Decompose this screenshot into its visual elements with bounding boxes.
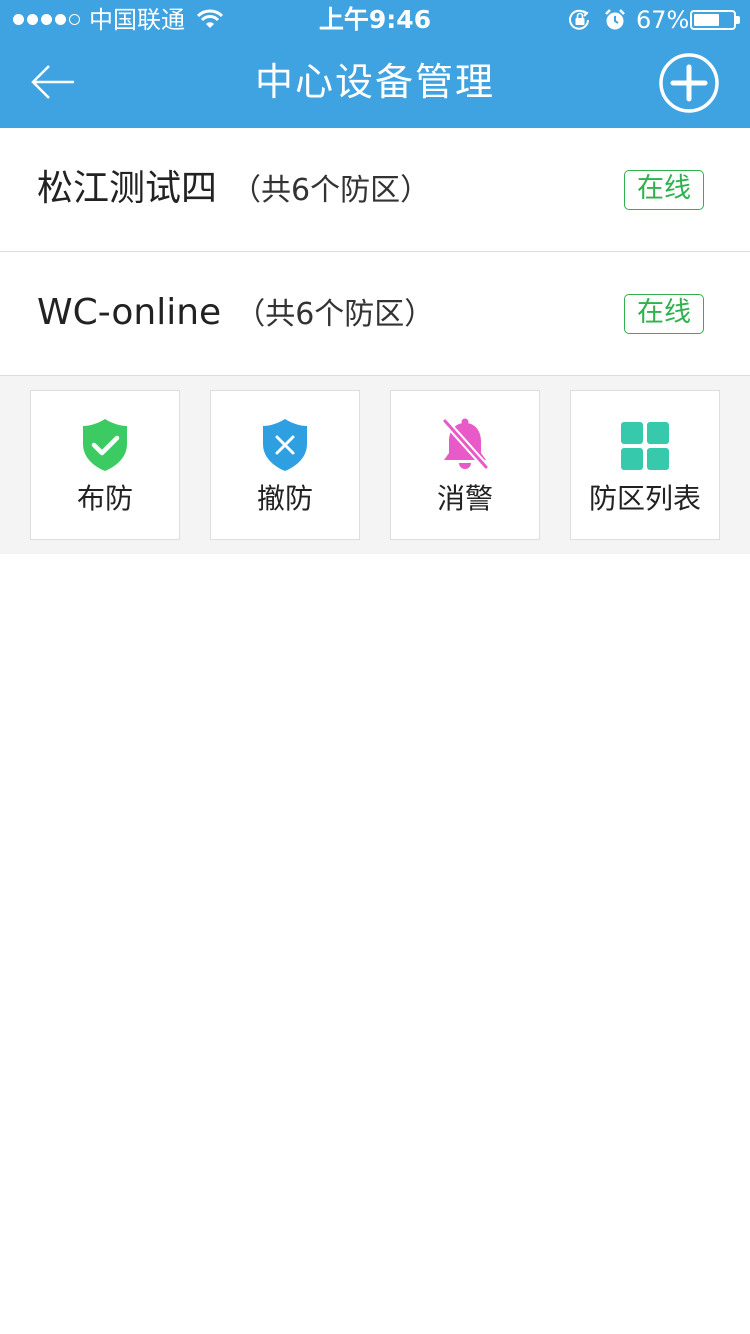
shield-x-icon (263, 419, 307, 471)
device-title: 松江测试四 （共6个防区） (37, 166, 430, 214)
silence-alarm-label: 消警 (436, 482, 493, 515)
grid-icon (621, 422, 669, 470)
disarm-label: 撤防 (256, 482, 313, 515)
orientation-lock-icon (569, 9, 589, 30)
zone-list-button[interactable]: 防区列表 (570, 390, 720, 540)
action-panel: 布防 撤防 消警 防区列表 (0, 376, 750, 554)
arm-button[interactable]: 布防 (30, 390, 180, 540)
device-title: WC-online （共6个防区） (37, 290, 434, 338)
bell-off-icon (441, 417, 490, 471)
device-name: 松江测试四 (37, 168, 218, 209)
disarm-button[interactable]: 撤防 (210, 390, 360, 540)
silence-alarm-button[interactable]: 消警 (390, 390, 540, 540)
device-row[interactable]: WC-online （共6个防区） 在线 (0, 252, 750, 376)
device-row[interactable]: 松江测试四 （共6个防区） 在线 (0, 128, 750, 252)
device-zone-count: （共6个防区） (231, 173, 431, 208)
device-zone-count: （共6个防区） (235, 297, 435, 332)
zone-list-label: 防区列表 (588, 482, 701, 515)
battery-icon (690, 10, 736, 30)
status-badge: 在线 (624, 170, 704, 210)
shield-check-icon (83, 419, 127, 471)
arm-label: 布防 (76, 482, 133, 515)
status-badge: 在线 (624, 294, 704, 334)
alarm-clock-icon (605, 9, 625, 30)
battery-percent: 67% (636, 6, 690, 34)
battery-cap (736, 16, 740, 24)
header: 中国联通 上午9:46 67% 中心设备管理 (0, 0, 750, 128)
status-bar: 中国联通 上午9:46 67% (0, 0, 750, 40)
page-title: 中心设备管理 (254, 60, 495, 104)
device-name: WC-online (37, 292, 222, 333)
plus-circle-icon[interactable] (658, 52, 720, 114)
